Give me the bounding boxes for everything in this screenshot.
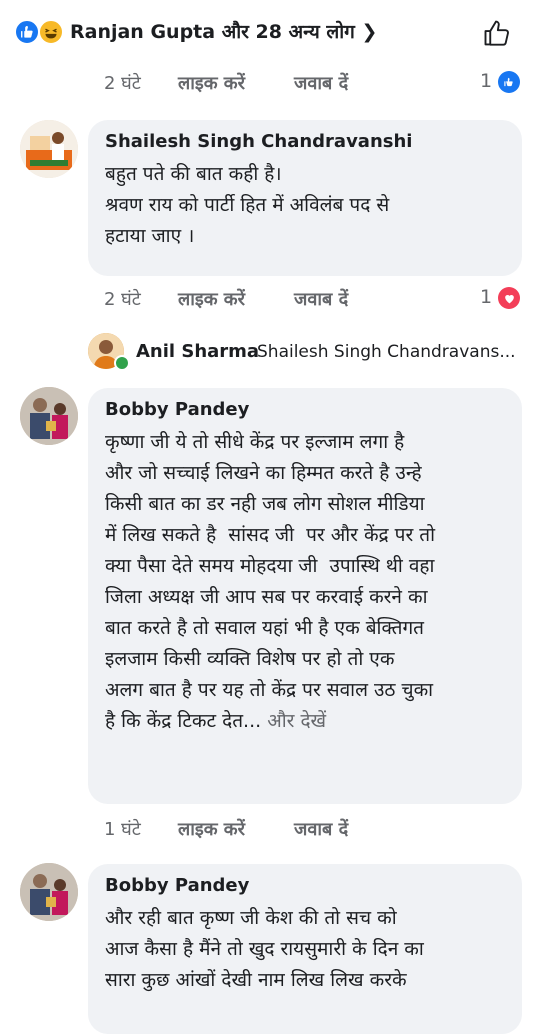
comment-text-body: कृष्णा जी ये तो सीधे केंद्र पर इल्जाम लग…	[105, 431, 436, 732]
haha-reaction-icon	[38, 19, 64, 45]
avatar-bobby[interactable]	[20, 863, 78, 921]
love-badge-icon	[498, 287, 520, 309]
comment-reaction-count: 1	[480, 286, 493, 308]
comment-bubble-bobby-1[interactable]: Bobby Pandey कृष्णा जी ये तो सीधे केंद्र…	[88, 388, 522, 804]
comment-reply-button[interactable]: जवाब दें	[294, 287, 348, 311]
avatar-shailesh[interactable]	[20, 120, 78, 178]
like-thumb-icon[interactable]	[476, 14, 514, 52]
comment-like-button[interactable]: लाइक करें	[178, 817, 245, 841]
comment-text: बहुत पते की बात कही है। श्रवण राय को पार…	[105, 163, 390, 247]
post-reply-button[interactable]: जवाब दें	[294, 71, 348, 95]
like-reaction-icon	[14, 19, 40, 45]
online-status-dot	[114, 355, 130, 371]
reply-author[interactable]: Anil Sharma	[136, 341, 259, 362]
reply-preview[interactable]: Shailesh Singh Chandravans...	[257, 342, 516, 362]
comment-text: और रही बात कृष्ण जी केश की तो सच को आज क…	[105, 907, 424, 991]
comment-time: 1 घंटे	[104, 819, 141, 840]
avatar-bobby[interactable]	[20, 387, 78, 445]
post-reaction-count: 1	[480, 70, 493, 92]
comment-author[interactable]: Shailesh Singh Chandravanshi	[105, 131, 412, 152]
reactions-summary-row[interactable]: Ranjan Gupta और 28 अन्य लोग ❯	[0, 0, 540, 64]
comment-bubble-shailesh[interactable]: Shailesh Singh Chandravanshi बहुत पते की…	[88, 120, 522, 276]
comment-text: कृष्णा जी ये तो सीधे केंद्र पर इल्जाम लग…	[105, 427, 517, 737]
comment-like-button[interactable]: लाइक करें	[178, 287, 245, 311]
post-like-badge-icon	[498, 71, 520, 93]
post-time: 2 घंटे	[104, 73, 141, 94]
comment-reply-button[interactable]: जवाब दें	[294, 817, 348, 841]
comment-time: 2 घंटे	[104, 289, 141, 310]
see-more-link[interactable]: और देखें	[261, 710, 326, 732]
post-like-button[interactable]: लाइक करें	[178, 71, 245, 95]
reactions-summary-text: Ranjan Gupta और 28 अन्य लोग ❯	[70, 21, 378, 43]
comment-author[interactable]: Bobby Pandey	[105, 875, 249, 896]
comment-bubble-bobby-2[interactable]: Bobby Pandey और रही बात कृष्ण जी केश की …	[88, 864, 522, 1034]
comment-author[interactable]: Bobby Pandey	[105, 399, 249, 420]
